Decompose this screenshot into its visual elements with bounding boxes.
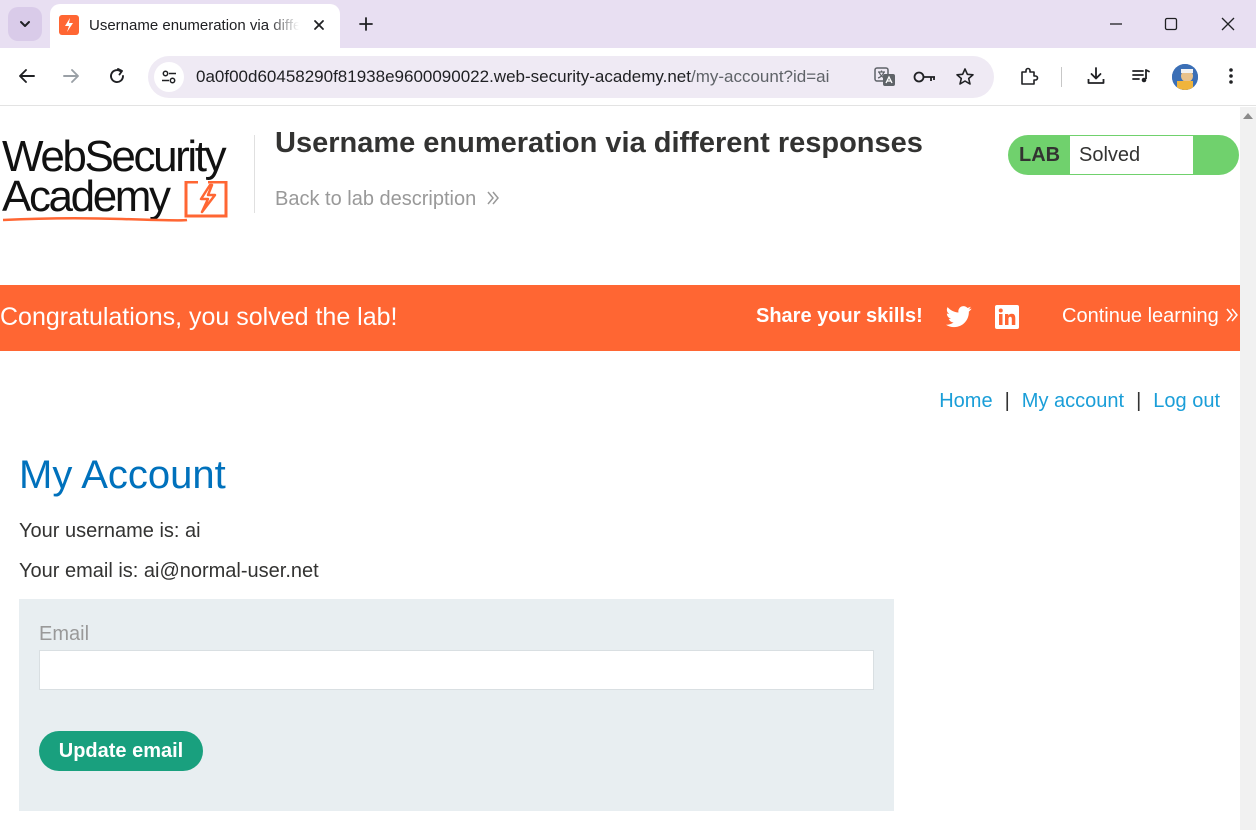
double-chevron-right-icon [487,191,500,205]
page-title: My Account [19,453,226,497]
bookmark-star-icon[interactable] [952,65,978,89]
translate-icon[interactable] [872,65,898,89]
tab-close-icon[interactable] [308,14,330,36]
username-info: Your username is: ai [19,520,201,542]
logo-line2: Academy [2,172,171,221]
lab-status-box: Solved [1070,136,1193,174]
email-label: Email [39,623,90,645]
url-text: 0a0f00d60458290f81938e9600090022.web-sec… [196,67,829,87]
plus-icon [359,17,373,31]
browser-tab-bar: Username enumeration via different respo… [0,0,1256,48]
page-scrollbar[interactable] [1240,107,1256,830]
url-host: 0a0f00d60458290f81938e9600090022.web-sec… [196,67,691,86]
site-info-button[interactable] [154,62,184,92]
linkedin-icon[interactable] [995,305,1019,329]
continue-learning-link[interactable]: Continue learning [1062,305,1239,328]
logo-underline [2,216,188,222]
email-info: Your email is: ai@normal-user.net [19,560,319,582]
update-email-form: Email Update email [19,599,894,811]
logo-bolt-icon [184,181,228,218]
lab-title: Username enumeration via different respo… [275,127,923,159]
header-divider [254,135,255,213]
reload-button[interactable] [102,61,132,91]
browser-tab-active[interactable]: Username enumeration via different respo… [50,4,340,48]
nav-log-out-link[interactable]: Log out [1153,390,1220,412]
media-queue-icon[interactable] [1127,62,1155,90]
back-link-label: Back to lab description [275,188,477,210]
nav-my-account-link[interactable]: My account [1022,390,1124,412]
browser-toolbar: 0a0f00d60458290f81938e9600090022.web-sec… [0,48,1256,106]
new-tab-button[interactable] [352,10,380,38]
address-bar[interactable]: 0a0f00d60458290f81938e9600090022.web-sec… [148,56,994,98]
extensions-puzzle-icon[interactable] [1015,62,1043,90]
tune-icon [162,70,176,84]
password-key-icon[interactable] [912,65,938,89]
arrow-right-icon [63,69,79,83]
tab-search-button[interactable] [8,7,42,41]
web-security-academy-logo[interactable]: WebSecurity Academy [2,133,252,225]
scroll-up-arrow-icon[interactable] [1243,113,1253,119]
back-button[interactable] [12,61,42,91]
reload-icon [110,68,124,83]
back-to-lab-description-link[interactable]: Back to lab description [275,188,500,211]
url-path: /my-account?id=ai [690,67,830,86]
maximize-icon [1164,17,1178,31]
nav-separator: | [1136,390,1142,412]
banner-message: Congratulations, you solved the lab! [0,303,398,331]
arrow-left-icon [19,69,35,83]
lab-status-text: Solved [1079,144,1141,166]
update-email-button[interactable]: Update email [39,731,203,771]
lab-status-badge: LAB Solved [1008,135,1239,175]
maximize-window-button[interactable] [1155,8,1187,40]
toolbar-divider [1061,67,1062,87]
downloads-icon[interactable] [1082,62,1110,90]
chrome-menu-icon[interactable] [1217,62,1245,90]
page-viewport: WebSecurity Academy Username enumeration… [0,107,1240,830]
minimize-icon [1110,23,1122,25]
portswigger-favicon-icon [59,15,79,35]
nav-home-link[interactable]: Home [939,390,992,412]
top-navigation: Home | My account | Log out [939,390,1220,413]
close-window-button[interactable] [1212,8,1244,40]
continue-learning-label: Continue learning [1062,305,1219,327]
email-input[interactable] [39,650,874,690]
nav-separator: | [1004,390,1010,412]
double-chevron-right-icon [1226,308,1238,322]
share-skills-label: Share your skills! [756,305,923,327]
twitter-icon[interactable] [946,305,972,329]
profile-avatar[interactable] [1172,64,1198,90]
minimize-window-button[interactable] [1100,8,1132,40]
close-icon [1221,17,1235,31]
avatar-image-icon [1172,64,1198,90]
lab-badge-label: LAB [1019,144,1061,166]
tab-title: Username enumeration via different respo… [89,17,299,34]
chevron-down-icon [20,21,30,27]
solved-banner: Congratulations, you solved the lab! Sha… [0,285,1240,351]
forward-button[interactable] [56,61,86,91]
